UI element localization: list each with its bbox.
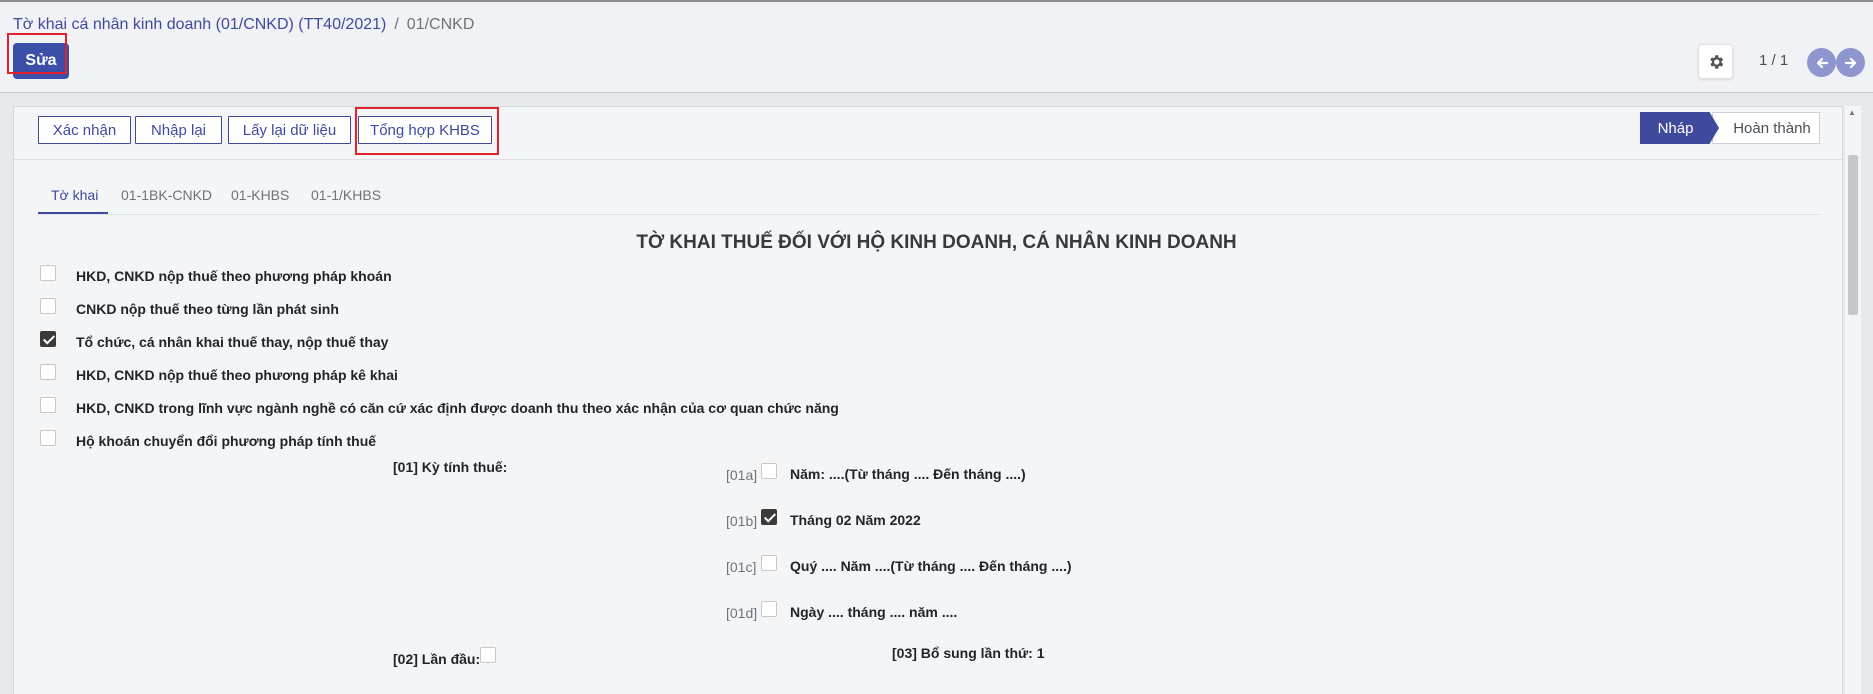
scroll-up-arrow-icon[interactable]: ▲ <box>1848 108 1856 117</box>
option-checkbox[interactable] <box>40 430 56 446</box>
status-done[interactable]: Hoàn thành <box>1712 112 1820 144</box>
tab-01-1-khbs[interactable]: 01-1/KHBS <box>311 187 381 203</box>
option-label: CNKD nộp thuế theo từng lần phát sinh <box>76 301 339 317</box>
breadcrumb-separator: / <box>394 16 399 33</box>
period-code: [01a] <box>726 467 758 483</box>
option-checkbox[interactable] <box>40 265 56 281</box>
highlight-box-summary <box>355 107 499 155</box>
tab-to-khai[interactable]: Tờ khai <box>51 187 98 203</box>
period-code: [01d] <box>726 605 758 621</box>
option-label: Hộ khoán chuyển đổi phương pháp tính thu… <box>76 433 377 449</box>
option-checkbox[interactable] <box>40 397 56 413</box>
period-checkbox[interactable] <box>761 463 777 479</box>
previous-record-button[interactable] <box>1807 48 1836 77</box>
breadcrumb-parent-link[interactable]: Tờ khai cá nhân kinh doanh (01/CNKD) (TT… <box>13 16 386 33</box>
first-time-label: [02] Lần đầu: <box>393 651 481 667</box>
option-label: HKD, CNKD nộp thuế theo phương pháp khoá… <box>76 268 392 284</box>
period-label: Ngày .... tháng .... năm .... <box>790 604 958 620</box>
reset-button[interactable]: Nhập lại <box>135 116 222 144</box>
option-checkbox[interactable] <box>40 298 56 314</box>
supplement-count-label: [03] Bổ sung lần thứ: 1 <box>892 645 1045 661</box>
option-label: HKD, CNKD nộp thuế theo phương pháp kê k… <box>76 367 398 383</box>
form-title: TỜ KHAI THUẾ ĐỐI VỚI HỘ KINH DOANH, CÁ N… <box>636 232 1237 253</box>
arrow-left-icon <box>1816 57 1828 68</box>
period-code: [01b] <box>726 513 758 529</box>
period-label: Tháng 02 Năm 2022 <box>790 512 921 528</box>
period-label: Năm: ....(Từ tháng .... Đến tháng ....) <box>790 466 1026 482</box>
period-code: [01c] <box>726 559 757 575</box>
tax-period-label: [01] Kỳ tính thuế: <box>393 459 508 475</box>
pager-value: 1 / 1 <box>1759 52 1789 69</box>
active-tab-indicator <box>38 212 108 214</box>
breadcrumb: Tờ khai cá nhân kinh doanh (01/CNKD) (TT… <box>13 16 474 34</box>
arrow-right-icon <box>1844 57 1856 68</box>
tab-01-1bk-cnkd[interactable]: 01-1BK-CNKD <box>121 187 212 203</box>
control-panel: Tờ khai cá nhân kinh doanh (01/CNKD) (TT… <box>0 2 1873 93</box>
period-checkbox[interactable] <box>761 509 777 525</box>
reload-data-button[interactable]: Lấy lại dữ liệu <box>228 116 351 144</box>
period-checkbox[interactable] <box>761 601 777 617</box>
highlight-box-edit <box>7 33 67 74</box>
period-checkbox[interactable] <box>761 555 777 571</box>
first-time-checkbox[interactable] <box>480 647 496 663</box>
option-checkbox[interactable] <box>40 364 56 380</box>
period-label: Quý .... Năm ....(Từ tháng .... Đến thán… <box>790 558 1072 574</box>
confirm-button[interactable]: Xác nhận <box>38 116 131 144</box>
tab-01-khbs[interactable]: 01-KHBS <box>231 187 289 203</box>
tabs-divider <box>38 214 1821 215</box>
status-draft[interactable]: Nháp <box>1640 112 1719 144</box>
option-label: Tổ chức, cá nhân khai thuế thay, nộp thu… <box>76 334 389 350</box>
settings-button[interactable] <box>1698 44 1733 79</box>
next-record-button[interactable] <box>1836 48 1865 77</box>
option-label: HKD, CNKD trong lĩnh vực ngành nghề có c… <box>76 400 839 416</box>
option-checkbox[interactable] <box>40 331 56 347</box>
breadcrumb-current: 01/CNKD <box>406 16 475 33</box>
gear-icon <box>1709 54 1723 69</box>
